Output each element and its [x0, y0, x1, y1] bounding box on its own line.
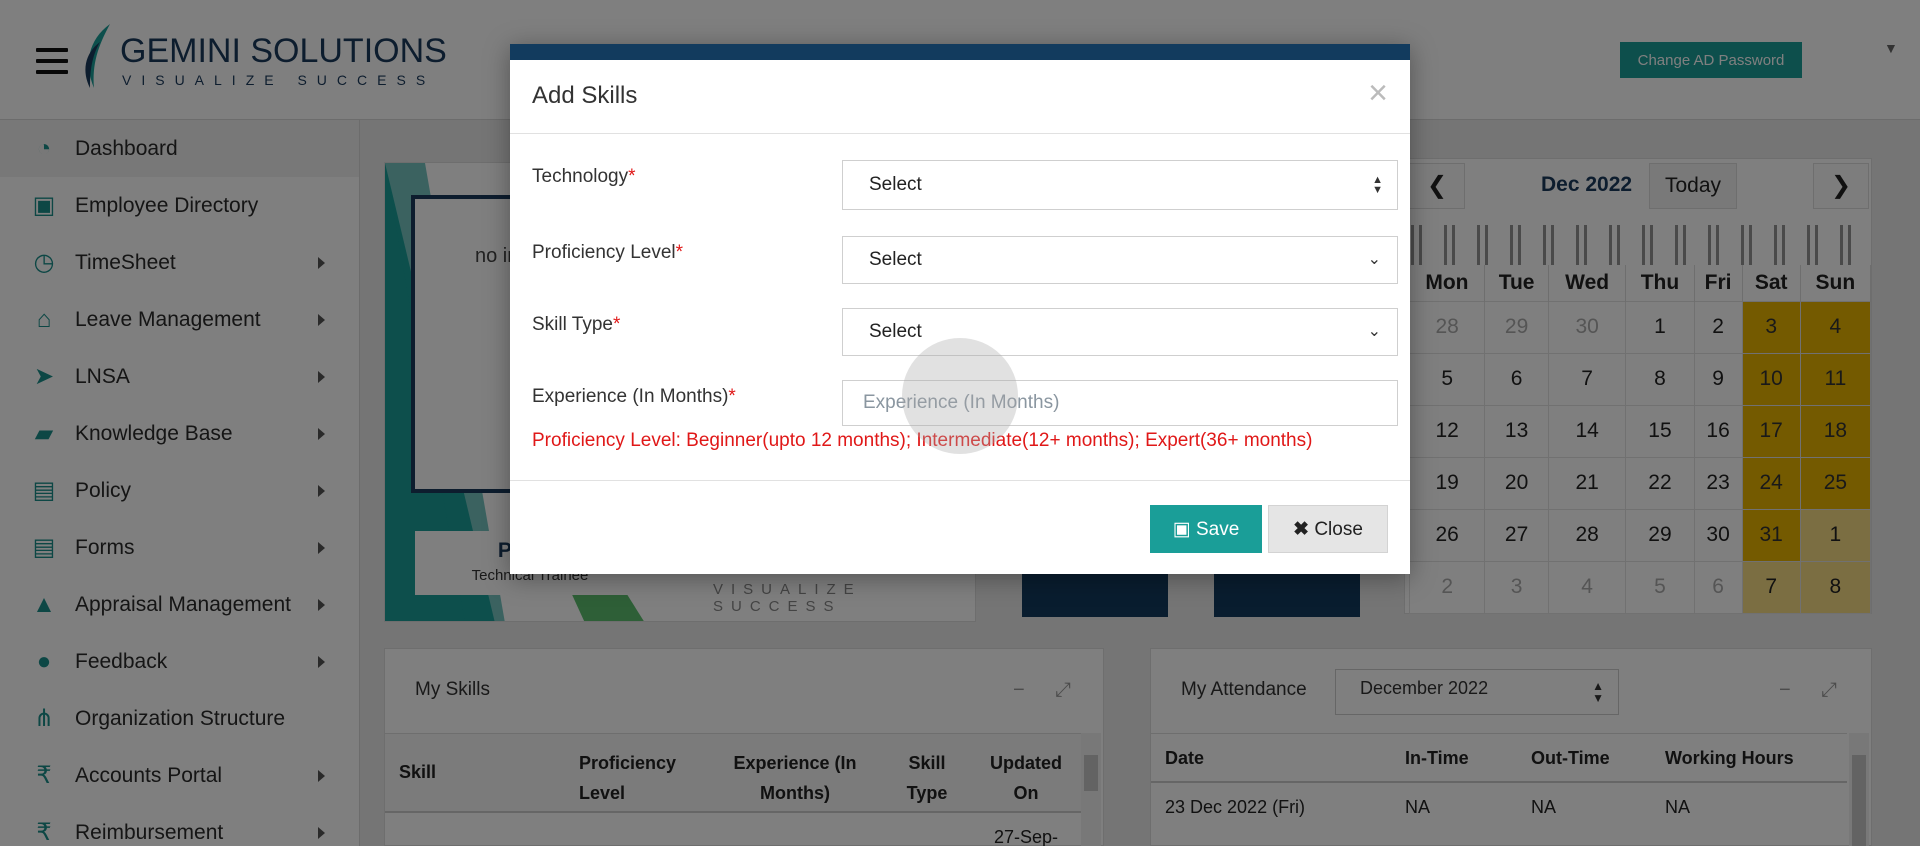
chevron-down-icon: ⌄ — [1367, 251, 1381, 268]
save-button[interactable]: ▣ Save — [1150, 505, 1262, 553]
required-mark: * — [728, 386, 736, 407]
chevron-down-icon: ⌄ — [1367, 323, 1381, 340]
close-button[interactable]: ✖ Close — [1268, 505, 1388, 553]
skill-type-select-value: Select — [869, 321, 922, 342]
close-button-label: Close — [1314, 518, 1363, 540]
technology-select[interactable]: Select ▲ ▼ — [842, 160, 1398, 210]
close-icon[interactable]: × — [1368, 76, 1388, 110]
proficiency-label: Proficiency Level* — [532, 242, 684, 263]
modal-top-bar — [510, 44, 1410, 60]
save-button-label: Save — [1195, 518, 1240, 540]
proficiency-select[interactable]: Select ⌄ — [842, 236, 1398, 284]
modal-header: Add Skills × — [510, 60, 1410, 134]
proficiency-select-value: Select — [869, 249, 922, 270]
required-mark: * — [628, 166, 636, 187]
required-mark: * — [612, 314, 621, 335]
technology-label: Technology* — [532, 166, 636, 187]
skill-type-label: Skill Type* — [532, 314, 621, 335]
save-icon: ▣ — [1172, 518, 1191, 540]
close-x-icon: ✖ — [1293, 518, 1310, 540]
add-skills-modal: Add Skills × Technology* Select ▲ ▼ Profi… — [510, 44, 1410, 574]
technology-select-value: Select — [869, 174, 922, 195]
select-updown-icon: ▲▼ — [1372, 174, 1383, 196]
experience-label: Experience (In Months)* — [532, 386, 736, 407]
required-mark: * — [675, 242, 684, 263]
mouse-cursor-highlight — [902, 338, 1018, 454]
modal-title: Add Skills — [532, 82, 638, 109]
modal-footer: ▣ Save ✖ Close — [510, 480, 1410, 574]
